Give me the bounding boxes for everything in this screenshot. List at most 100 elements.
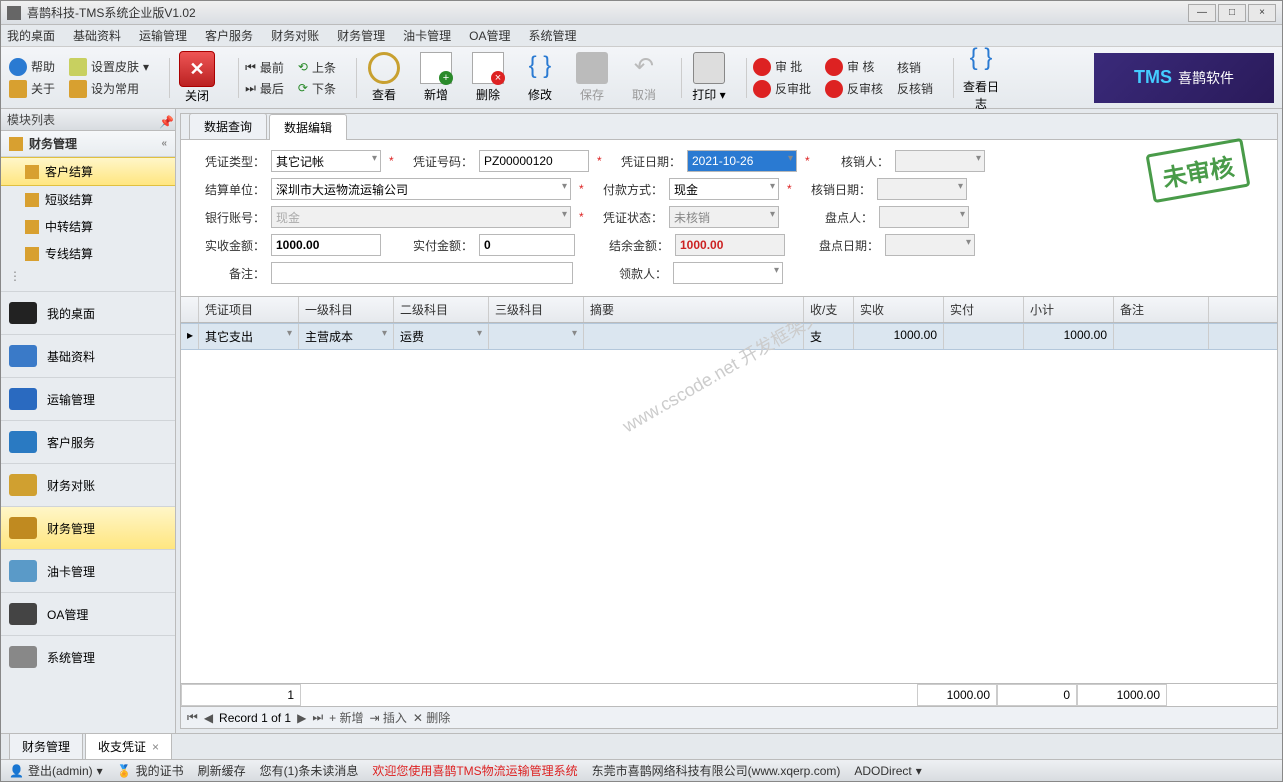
nav-insert[interactable]: ⇥ 插入	[370, 709, 407, 726]
nav-item-user[interactable]: 客户服务	[1, 420, 175, 463]
nav-item-doc[interactable]: 基础资料	[1, 334, 175, 377]
last-button[interactable]: ⏭最后	[245, 80, 284, 97]
sidebar-section-finance[interactable]: 财务管理«	[1, 131, 175, 157]
nav-item-sheet[interactable]: 财务对账	[1, 463, 175, 506]
about-button[interactable]: 关于	[9, 80, 55, 98]
tab-query[interactable]: 数据查询	[189, 113, 267, 139]
close-icon[interactable]: ×	[152, 740, 159, 754]
grid-body[interactable]: www.cscode.net 开发框架文库 ▸其它支出▾主营成本▾运费▾▾支10…	[181, 323, 1277, 683]
toolbar: 帮助 关于 设置皮肤 ▾ 设为常用 ✕ 关闭 ⏮最前 ⏭最后 ⟲上条 ⟳下条 查…	[1, 47, 1282, 109]
sidebar-item[interactable]: 短驳结算	[1, 186, 175, 213]
approve-button[interactable]: 审 批	[753, 58, 811, 76]
cell-item[interactable]: 其它支出▾	[199, 324, 299, 349]
settle-unit-select[interactable]	[271, 178, 571, 200]
menu-fuel[interactable]: 油卡管理	[403, 27, 451, 44]
sidebar-item[interactable]: 客户结算	[1, 157, 175, 186]
add-button[interactable]: +新增	[415, 52, 457, 103]
menu-customer[interactable]: 客户服务	[205, 27, 253, 44]
menu-finance[interactable]: 财务管理	[337, 27, 385, 44]
col-l2[interactable]: 二级科目	[394, 297, 489, 322]
voucher-date-input[interactable]	[687, 150, 797, 172]
delete-button[interactable]: ×删除	[467, 52, 509, 103]
menu-recon[interactable]: 财务对账	[271, 27, 319, 44]
skin-button[interactable]: 设置皮肤 ▾	[69, 58, 149, 76]
col-rmk[interactable]: 备注	[1114, 297, 1209, 322]
nav-first[interactable]: ⏮	[187, 710, 198, 725]
col-pay[interactable]: 实付	[944, 297, 1024, 322]
nav-item-card[interactable]: 油卡管理	[1, 549, 175, 592]
menu-basic[interactable]: 基础资料	[73, 27, 121, 44]
col-sub[interactable]: 小计	[1024, 297, 1114, 322]
nav-item-coins[interactable]: 财务管理	[1, 506, 175, 549]
writeoff-button[interactable]: 核销	[897, 59, 933, 76]
maximize-button[interactable]: □	[1218, 4, 1246, 22]
col-recv[interactable]: 实收	[854, 297, 944, 322]
menu-oa[interactable]: OA管理	[469, 27, 510, 44]
tab-edit[interactable]: 数据编辑	[269, 114, 347, 140]
nav-item-monitor[interactable]: OA管理	[1, 592, 175, 635]
print-button[interactable]: 打印 ▾	[688, 52, 730, 103]
nav-next[interactable]: ▶	[297, 711, 306, 725]
minimize-button[interactable]: —	[1188, 4, 1216, 22]
next-button[interactable]: ⟳下条	[298, 80, 336, 97]
menu-transport[interactable]: 运输管理	[139, 27, 187, 44]
unapprove-button[interactable]: 反审批	[753, 80, 811, 98]
pin-icon[interactable]: 📌	[159, 115, 169, 125]
voucher-no-input[interactable]	[479, 150, 589, 172]
nav-prev[interactable]: ◀	[204, 711, 213, 725]
unwriteoff-button[interactable]: 反核销	[897, 80, 933, 97]
sidebar-item[interactable]: 中转结算	[1, 213, 175, 240]
cell-sub[interactable]: 1000.00	[1024, 324, 1114, 349]
bank-acct-select[interactable]	[271, 206, 571, 228]
menu-desktop[interactable]: 我的桌面	[7, 27, 55, 44]
nav-item-gear[interactable]: 系统管理	[1, 635, 175, 678]
col-l3[interactable]: 三级科目	[489, 297, 584, 322]
nav-last[interactable]: ⏭	[312, 710, 323, 725]
cell-l2[interactable]: 运费▾	[394, 324, 489, 349]
col-item[interactable]: 凭证项目	[199, 297, 299, 322]
nav-item-label: 基础资料	[47, 348, 95, 365]
status-logout[interactable]: 👤登出(admin) ▾	[9, 762, 103, 779]
edit-button[interactable]: { }修改	[519, 52, 561, 103]
status-refresh[interactable]: 刷新缓存	[198, 762, 246, 779]
first-button[interactable]: ⏮最前	[245, 59, 284, 76]
cell-l1[interactable]: 主营成本▾	[299, 324, 394, 349]
view-button[interactable]: 查看	[363, 52, 405, 103]
status-ado[interactable]: ADODirect ▾	[854, 764, 921, 778]
cell-sum[interactable]	[584, 324, 804, 349]
btab-finance[interactable]: 财务管理	[9, 733, 83, 760]
close-window-button[interactable]: ×	[1248, 4, 1276, 22]
cell-pay[interactable]	[944, 324, 1024, 349]
col-sum[interactable]: 摘要	[584, 297, 804, 322]
nav-add[interactable]: + 新增	[329, 709, 363, 726]
audit-button[interactable]: 审 核	[825, 58, 883, 76]
pay-method-select[interactable]	[669, 178, 779, 200]
status-msg[interactable]: 您有(1)条未读消息	[260, 762, 359, 779]
unaudit-button[interactable]: 反审核	[825, 80, 883, 98]
nav-item-truck[interactable]: 运输管理	[1, 377, 175, 420]
cell-io[interactable]: 支	[804, 324, 854, 349]
voucher-type-select[interactable]	[271, 150, 381, 172]
table-row[interactable]: ▸其它支出▾主营成本▾运费▾▾支1000.001000.00	[181, 323, 1277, 350]
menu-system[interactable]: 系统管理	[528, 27, 576, 44]
cell-rmk[interactable]	[1114, 324, 1209, 349]
btab-voucher[interactable]: 收支凭证×	[85, 733, 172, 760]
status-cert[interactable]: 🏅我的证书	[117, 762, 184, 779]
real-pay-input[interactable]	[479, 234, 575, 256]
cell-l3[interactable]: ▾	[489, 324, 584, 349]
chevron-left-icon: «	[161, 138, 167, 149]
default-button[interactable]: 设为常用	[69, 80, 149, 98]
log-button[interactable]: { }查看日志	[960, 44, 1002, 112]
prev-button[interactable]: ⟲上条	[298, 59, 336, 76]
help-button[interactable]: 帮助	[9, 58, 55, 76]
nav-item-cursor[interactable]: 我的桌面	[1, 291, 175, 334]
nav-delete[interactable]: ✕ 删除	[413, 709, 450, 726]
sidebar-item[interactable]: 专线结算	[1, 240, 175, 267]
cell-recv[interactable]: 1000.00	[854, 324, 944, 349]
col-io[interactable]: 收/支	[804, 297, 854, 322]
col-l1[interactable]: 一级科目	[299, 297, 394, 322]
remark-input[interactable]	[271, 262, 573, 284]
payee-select[interactable]	[673, 262, 783, 284]
close-tab-button[interactable]: ✕	[179, 51, 215, 87]
real-recv-input[interactable]	[271, 234, 381, 256]
